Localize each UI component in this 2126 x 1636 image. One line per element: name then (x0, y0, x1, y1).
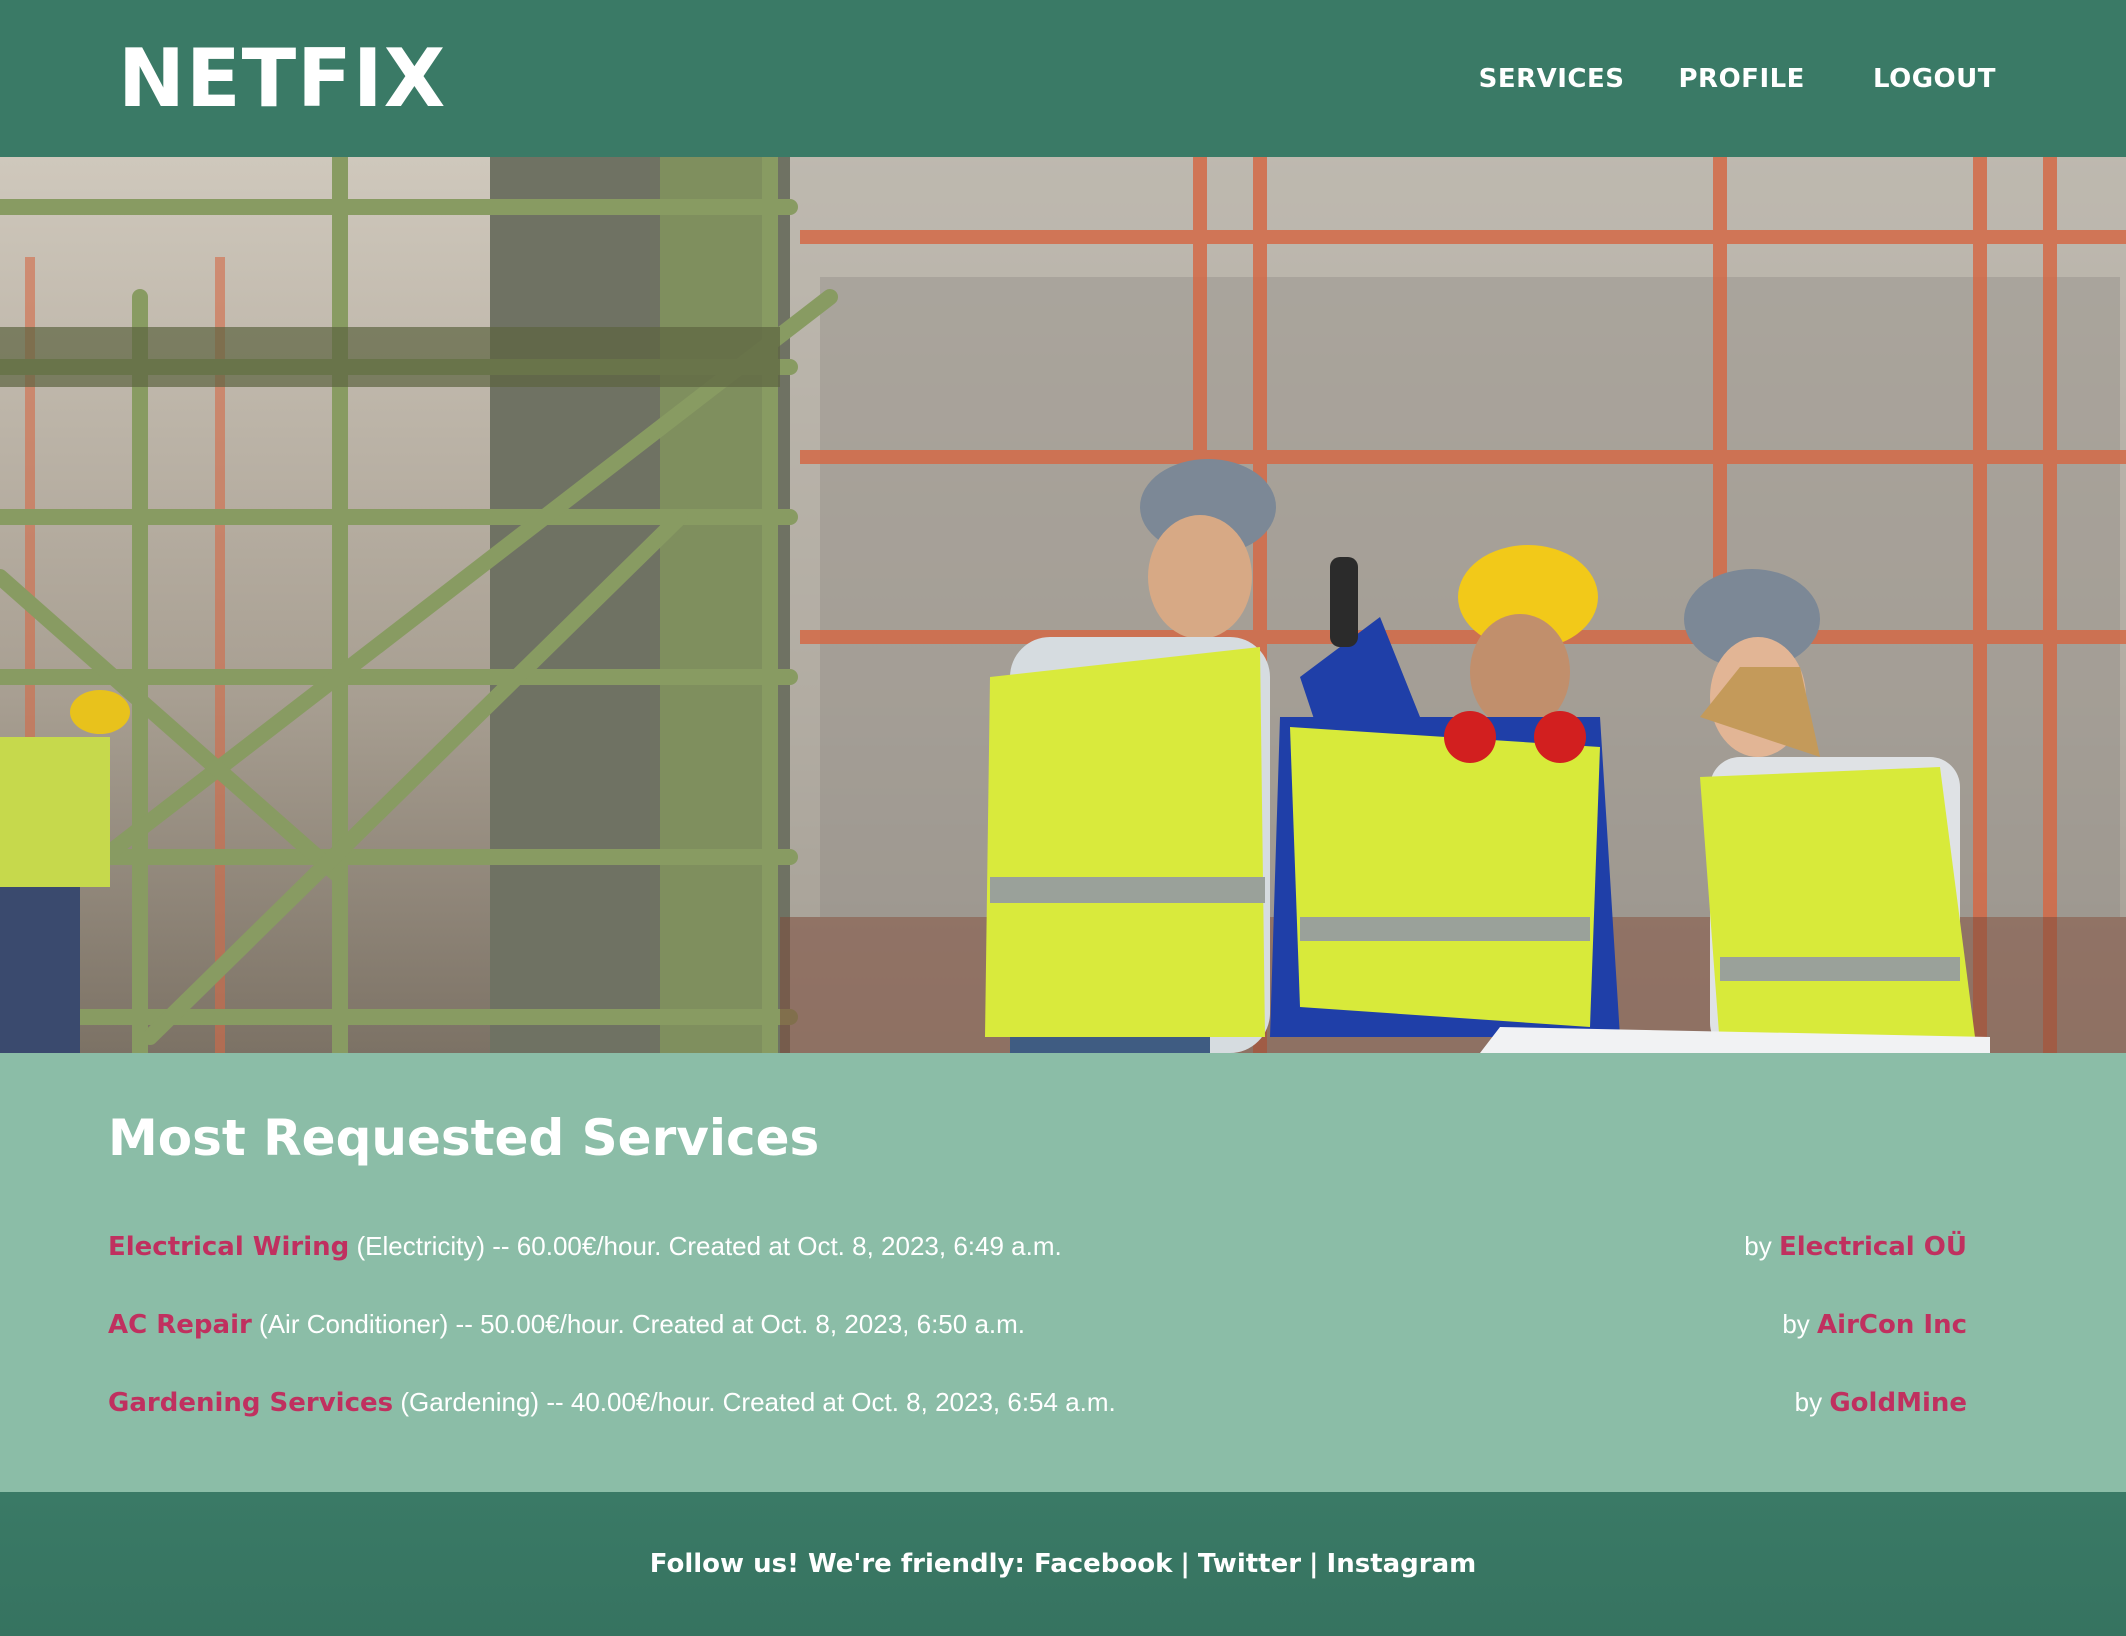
site-logo[interactable]: NETFIX (118, 32, 446, 125)
footer-link-twitter[interactable]: Twitter (1198, 1549, 1301, 1579)
footer-link-facebook[interactable]: Facebook (1034, 1549, 1172, 1579)
provider-link-electrical-ou[interactable]: Electrical OÜ (1779, 1232, 1967, 1262)
service-link-ac-repair[interactable]: AC Repair (108, 1310, 252, 1340)
construction-workers-photo-icon (0, 157, 2126, 1053)
list-item: AC Repair (Air Conditioner) -- 50.00€/ho… (108, 1285, 1967, 1363)
nav-links: SERVICES PROFILE LOGOUT (1479, 64, 1996, 94)
page-title: Most Requested Services (108, 1109, 820, 1167)
service-info: Electrical Wiring (Electricity) -- 60.00… (108, 1207, 1062, 1286)
by-label: by (1744, 1231, 1772, 1261)
navbar: NETFIX SERVICES PROFILE LOGOUT (0, 0, 2126, 157)
footer-link-instagram[interactable]: Instagram (1327, 1549, 1477, 1579)
list-item: Electrical Wiring (Electricity) -- 60.00… (108, 1207, 1967, 1285)
provider-link-goldmine[interactable]: GoldMine (1829, 1388, 1967, 1418)
nav-link-logout[interactable]: LOGOUT (1873, 64, 1996, 94)
service-meta: (Gardening) -- 40.00€/hour. Created at O… (400, 1387, 1116, 1417)
service-link-gardening-services[interactable]: Gardening Services (108, 1388, 393, 1418)
service-info: Gardening Services (Gardening) -- 40.00€… (108, 1363, 1116, 1442)
footer-separator: | (1180, 1549, 1190, 1579)
footer-separator: | (1309, 1549, 1319, 1579)
nav-link-services[interactable]: SERVICES (1479, 64, 1625, 94)
hero-image (0, 157, 2126, 1053)
service-provider: by GoldMine (1795, 1363, 1967, 1442)
service-provider: by AirCon Inc (1782, 1285, 1967, 1364)
nav-link-profile[interactable]: PROFILE (1679, 64, 1805, 94)
list-item: Gardening Services (Gardening) -- 40.00€… (108, 1363, 1967, 1441)
service-meta: (Air Conditioner) -- 50.00€/hour. Create… (259, 1309, 1026, 1339)
footer: Follow us! We're friendly: Facebook | Tw… (0, 1492, 2126, 1636)
footer-lead: Follow us! We're friendly: (649, 1549, 1025, 1579)
service-link-electrical-wiring[interactable]: Electrical Wiring (108, 1232, 349, 1262)
service-provider: by Electrical OÜ (1744, 1207, 1967, 1286)
service-info: AC Repair (Air Conditioner) -- 50.00€/ho… (108, 1285, 1025, 1364)
service-meta: (Electricity) -- 60.00€/hour. Created at… (356, 1231, 1062, 1261)
by-label: by (1794, 1387, 1823, 1417)
provider-link-aircon-inc[interactable]: AirCon Inc (1817, 1310, 1967, 1340)
most-requested-services: Most Requested Services Electrical Wirin… (0, 1053, 2126, 1492)
by-label: by (1782, 1309, 1810, 1339)
